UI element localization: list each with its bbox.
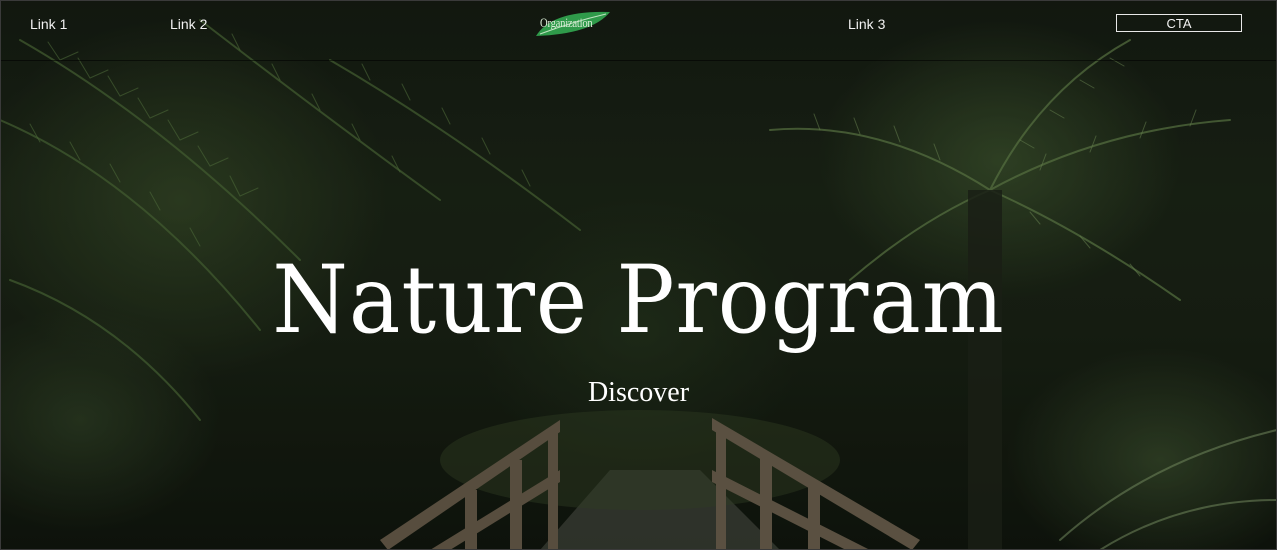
cta-button[interactable]: CTA [1116, 14, 1242, 32]
hero-section: Link 1 Link 2 Organization Link 3 CTA Na… [0, 0, 1277, 550]
nav-link-2[interactable]: Link 2 [170, 16, 207, 32]
nav-link-3[interactable]: Link 3 [848, 16, 885, 32]
organization-logo[interactable]: Organization [532, 6, 622, 40]
logo-text: Organization [540, 15, 593, 30]
nav-link-1[interactable]: Link 1 [30, 16, 67, 32]
hero-subtitle: Discover [587, 377, 690, 408]
hero-title: Nature Program [272, 246, 1005, 355]
top-navigation: Link 1 Link 2 Organization Link 3 CTA [0, 0, 1277, 61]
